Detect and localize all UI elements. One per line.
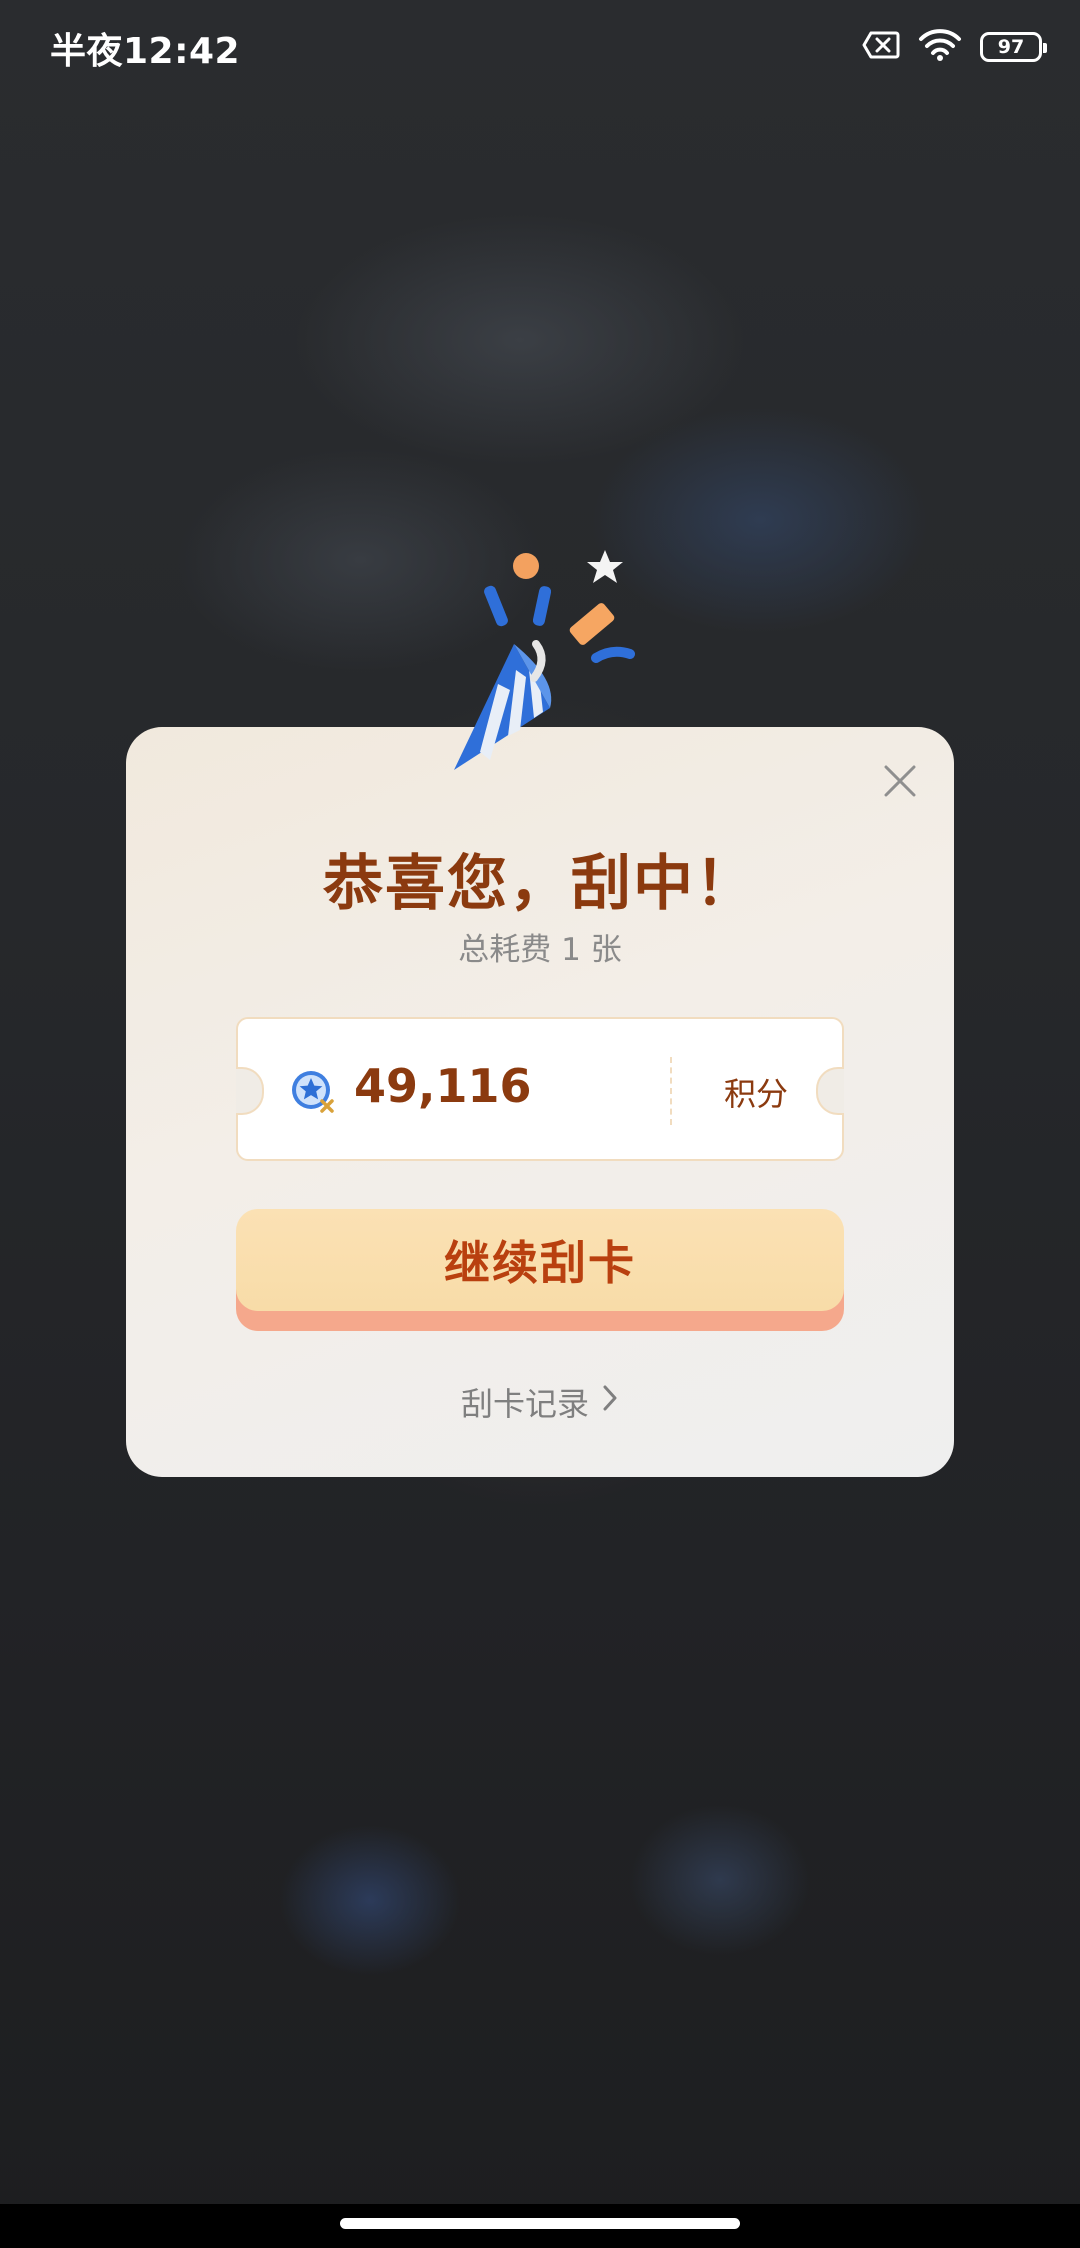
status-bar: 半夜12:42 97 [0, 0, 1080, 96]
points-unit: 积分 [723, 1075, 788, 1113]
status-time: 半夜12:42 [50, 31, 241, 72]
scratch-records-label: 刮卡记录 [460, 1385, 589, 1423]
sim-off-icon [862, 30, 900, 64]
continue-scratch-label: 继续刮卡 [236, 1209, 844, 1311]
points-value: 49,116 [354, 1059, 532, 1113]
scratch-records-link[interactable]: 刮卡记录 [126, 1379, 954, 1425]
battery-icon: 97 [980, 32, 1047, 62]
dialog-subtitle: 总耗费 1 张 [458, 932, 622, 968]
reward-ticket: 49,116 积分 [236, 1017, 844, 1161]
wifi-icon [918, 28, 962, 66]
home-indicator[interactable] [340, 2218, 740, 2229]
close-icon[interactable] [880, 761, 920, 801]
ticket-notch-left [236, 1067, 264, 1115]
continue-scratch-button[interactable]: 继续刮卡 [236, 1209, 844, 1331]
points-coin-icon [290, 1069, 336, 1115]
scratch-result-dialog: 恭喜您，刮中！ 总耗费 1 张 49,116 积分 继续刮卡 刮卡记录 [126, 727, 954, 1477]
chevron-right-icon [601, 1383, 619, 1421]
dialog-title: 恭喜您，刮中！ [323, 849, 757, 919]
status-icons: 97 [862, 28, 1047, 66]
battery-level: 97 [997, 36, 1025, 58]
party-popper-icon [440, 540, 660, 800]
navigation-bar [0, 2204, 1080, 2248]
